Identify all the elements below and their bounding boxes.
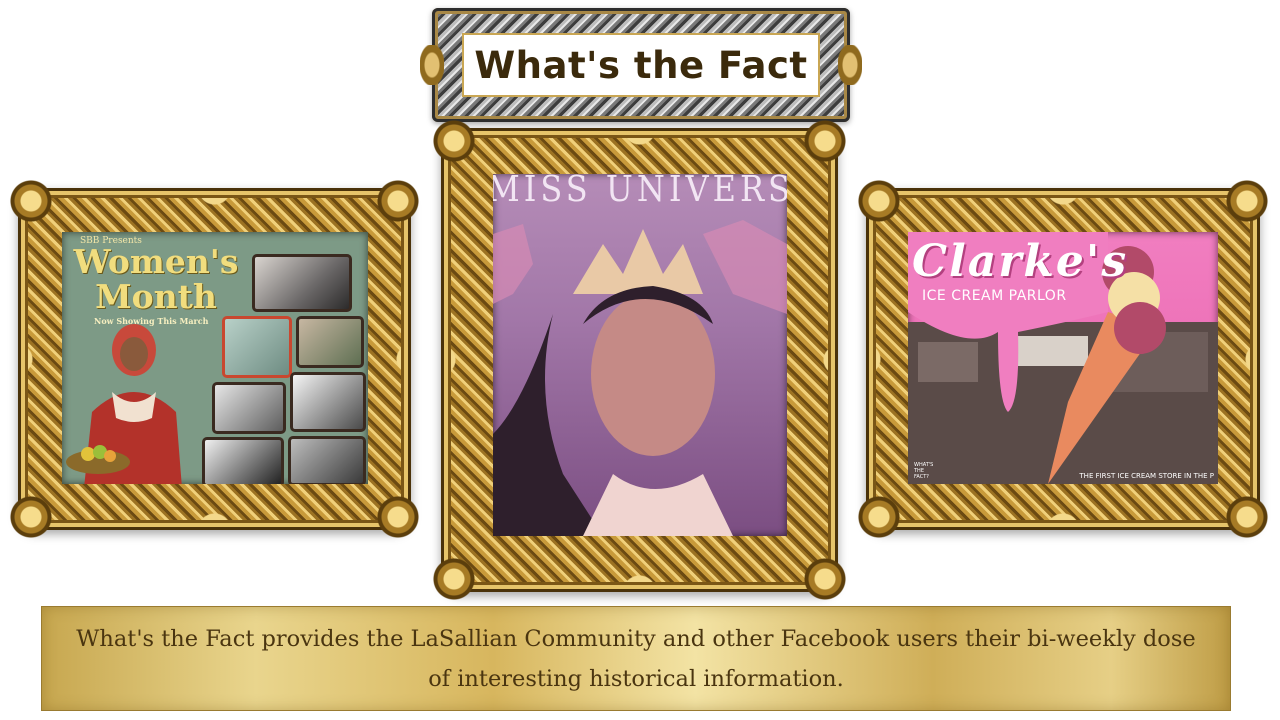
frame-ornament-left (420, 45, 444, 85)
tv-screen (202, 437, 284, 484)
poster-title: Women's Month (73, 242, 239, 316)
title-frame: What's the Fact (420, 8, 862, 122)
queen-portrait (493, 220, 787, 536)
caption-text: What's the Fact provides the LaSallian C… (76, 625, 1196, 692)
tv-screen (212, 382, 286, 434)
poster-title: Clarke's (912, 236, 1129, 287)
title-panel: What's the Fact (462, 33, 820, 97)
tv-screen (222, 316, 292, 378)
poster-miss-universe[interactable]: MISS UNIVERSE 1969 (493, 174, 787, 536)
tv-screen (290, 372, 366, 432)
caption-plaque: What's the Fact provides the LaSallian C… (41, 606, 1231, 711)
page-title: What's the Fact (474, 43, 808, 87)
tv-screen (296, 316, 364, 368)
poster-womens-month[interactable]: SBB Presents Women's Month Now Showing T… (62, 232, 368, 484)
poster-clarkes[interactable]: Clarke's ICE CREAM PARLOR WHAT'S THE FAC… (908, 232, 1218, 484)
poster-footer: THE FIRST ICE CREAM STORE IN THE P (1079, 472, 1214, 480)
woman-illustration (66, 324, 182, 484)
frame-ornament-right (838, 45, 862, 85)
tv-screen (288, 436, 366, 484)
brand-mark: WHAT'S THE FACT? (914, 462, 934, 480)
tv-screen (252, 254, 352, 312)
frame-center: MISS UNIVERSE 1969 (431, 118, 848, 602)
poster-subtitle: ICE CREAM PARLOR (922, 288, 1067, 304)
frame-right: Clarke's ICE CREAM PARLOR WHAT'S THE FAC… (856, 178, 1270, 540)
frame-left: SBB Presents Women's Month Now Showing T… (8, 178, 421, 540)
